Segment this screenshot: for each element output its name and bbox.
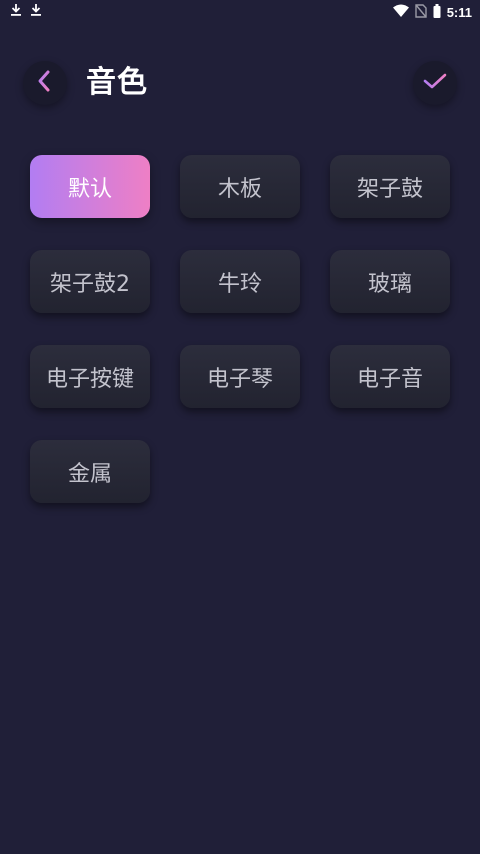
status-bar-right: 5:11 <box>392 3 472 22</box>
tone-option[interactable]: 牛玲 <box>180 250 300 313</box>
tone-option[interactable]: 架子鼓2 <box>30 250 150 313</box>
tone-option[interactable]: 电子琴 <box>180 345 300 408</box>
tone-option[interactable]: 架子鼓 <box>330 155 450 218</box>
chevron-left-icon <box>35 69 55 97</box>
confirm-button[interactable] <box>413 61 457 105</box>
download-icon <box>10 3 22 17</box>
tone-option[interactable]: 玻璃 <box>330 250 450 313</box>
tone-option[interactable]: 电子音 <box>330 345 450 408</box>
status-bar-left <box>10 3 42 17</box>
tone-option[interactable]: 木板 <box>180 155 300 218</box>
check-icon <box>422 71 448 95</box>
page-title: 音色 <box>86 65 148 100</box>
status-bar: 5:11 <box>0 0 480 24</box>
tone-option[interactable]: 金属 <box>30 440 150 503</box>
battery-icon <box>433 3 441 22</box>
tone-option[interactable]: 电子按键 <box>30 345 150 408</box>
back-button[interactable] <box>23 61 67 105</box>
status-time: 5:11 <box>446 4 472 20</box>
no-sim-icon <box>414 3 427 22</box>
wifi-icon <box>392 3 409 22</box>
tone-option-selected[interactable]: 默认 <box>30 155 150 218</box>
download-icon <box>30 3 42 17</box>
